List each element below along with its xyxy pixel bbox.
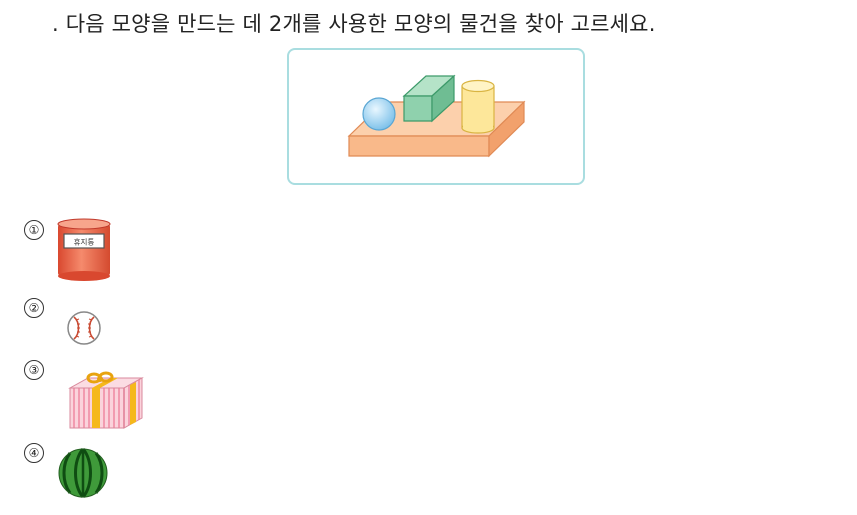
option-number-4: ④: [24, 443, 44, 463]
shape-figure-box: [287, 48, 585, 185]
option-number-3: ③: [24, 360, 44, 380]
option-number-2: ②: [24, 298, 44, 318]
shape-illustration: [347, 74, 526, 158]
yellow-cylinder: [461, 79, 495, 134]
option-number-1: ①: [24, 220, 44, 240]
question-text: . 다음 모양을 만드는 데 2개를 사용한 모양의 물건을 찾아 고르세요.: [52, 12, 656, 36]
trash-can-icon: 휴지통: [57, 218, 111, 281]
trash-can-label: 휴지통: [74, 238, 95, 247]
baseball-icon: [67, 311, 101, 345]
blue-sphere: [362, 97, 396, 131]
gift-box-icon: [68, 371, 144, 429]
watermelon-icon: [58, 448, 108, 498]
